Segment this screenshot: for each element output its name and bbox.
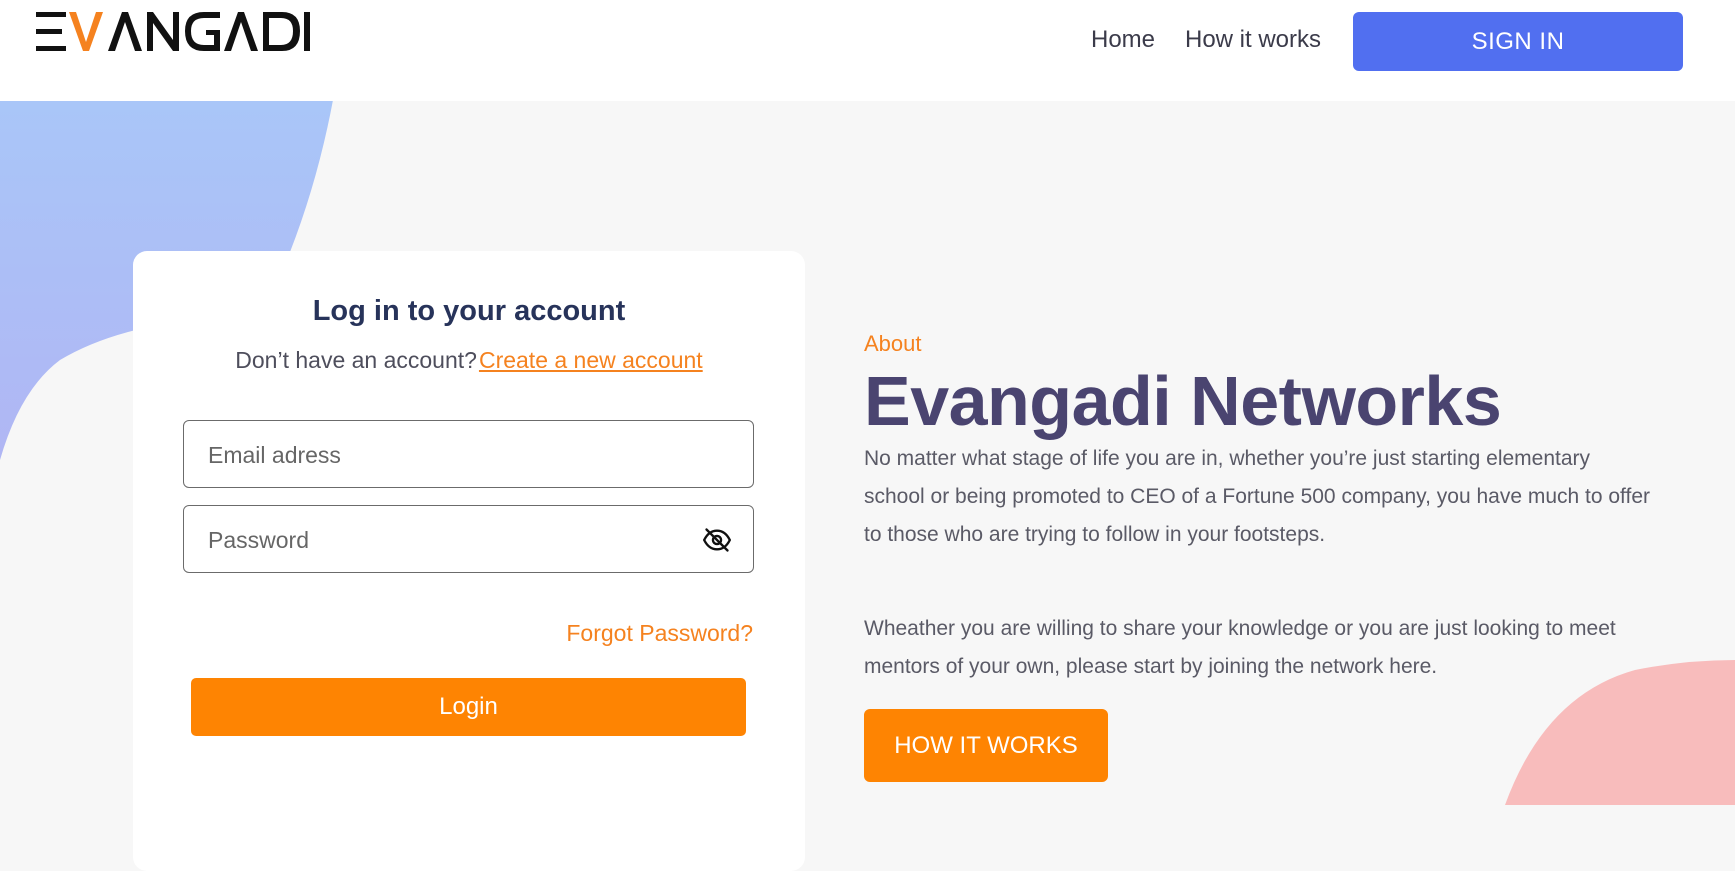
about-paragraph-2: Wheather you are willing to share your k… <box>864 617 1616 678</box>
nav-home-link[interactable]: Home <box>1091 26 1155 54</box>
site-header: Home How it works SIGN IN <box>0 0 1735 101</box>
no-account-text: Don’t have an account? <box>235 347 477 373</box>
forgot-password-link[interactable]: Forgot Password? <box>566 620 753 647</box>
password-field[interactable] <box>183 505 754 574</box>
email-field[interactable] <box>183 420 754 489</box>
login-card: Log in to your account Don’t have an acc… <box>133 251 805 871</box>
about-kicker: About <box>864 331 922 356</box>
sign-in-button[interactable]: SIGN IN <box>1353 12 1683 71</box>
how-it-works-button[interactable]: HOW IT WORKS <box>864 709 1108 782</box>
email-input[interactable] <box>206 421 710 489</box>
signup-prompt: Don’t have an account?Create a new accou… <box>133 347 805 374</box>
password-input[interactable] <box>206 506 710 574</box>
login-button[interactable]: Login <box>191 678 746 736</box>
login-title: Log in to your account <box>312 295 626 327</box>
create-account-link[interactable]: Create a new account <box>479 347 703 373</box>
about-title: Evangadi Networks <box>864 362 1502 440</box>
nav-how-it-works-link[interactable]: How it works <box>1185 26 1321 54</box>
eye-slash-icon[interactable] <box>703 526 731 554</box>
about-paragraph-1: No matter what stage of life you are in,… <box>864 447 1651 546</box>
evangadi-logo[interactable] <box>36 10 311 52</box>
